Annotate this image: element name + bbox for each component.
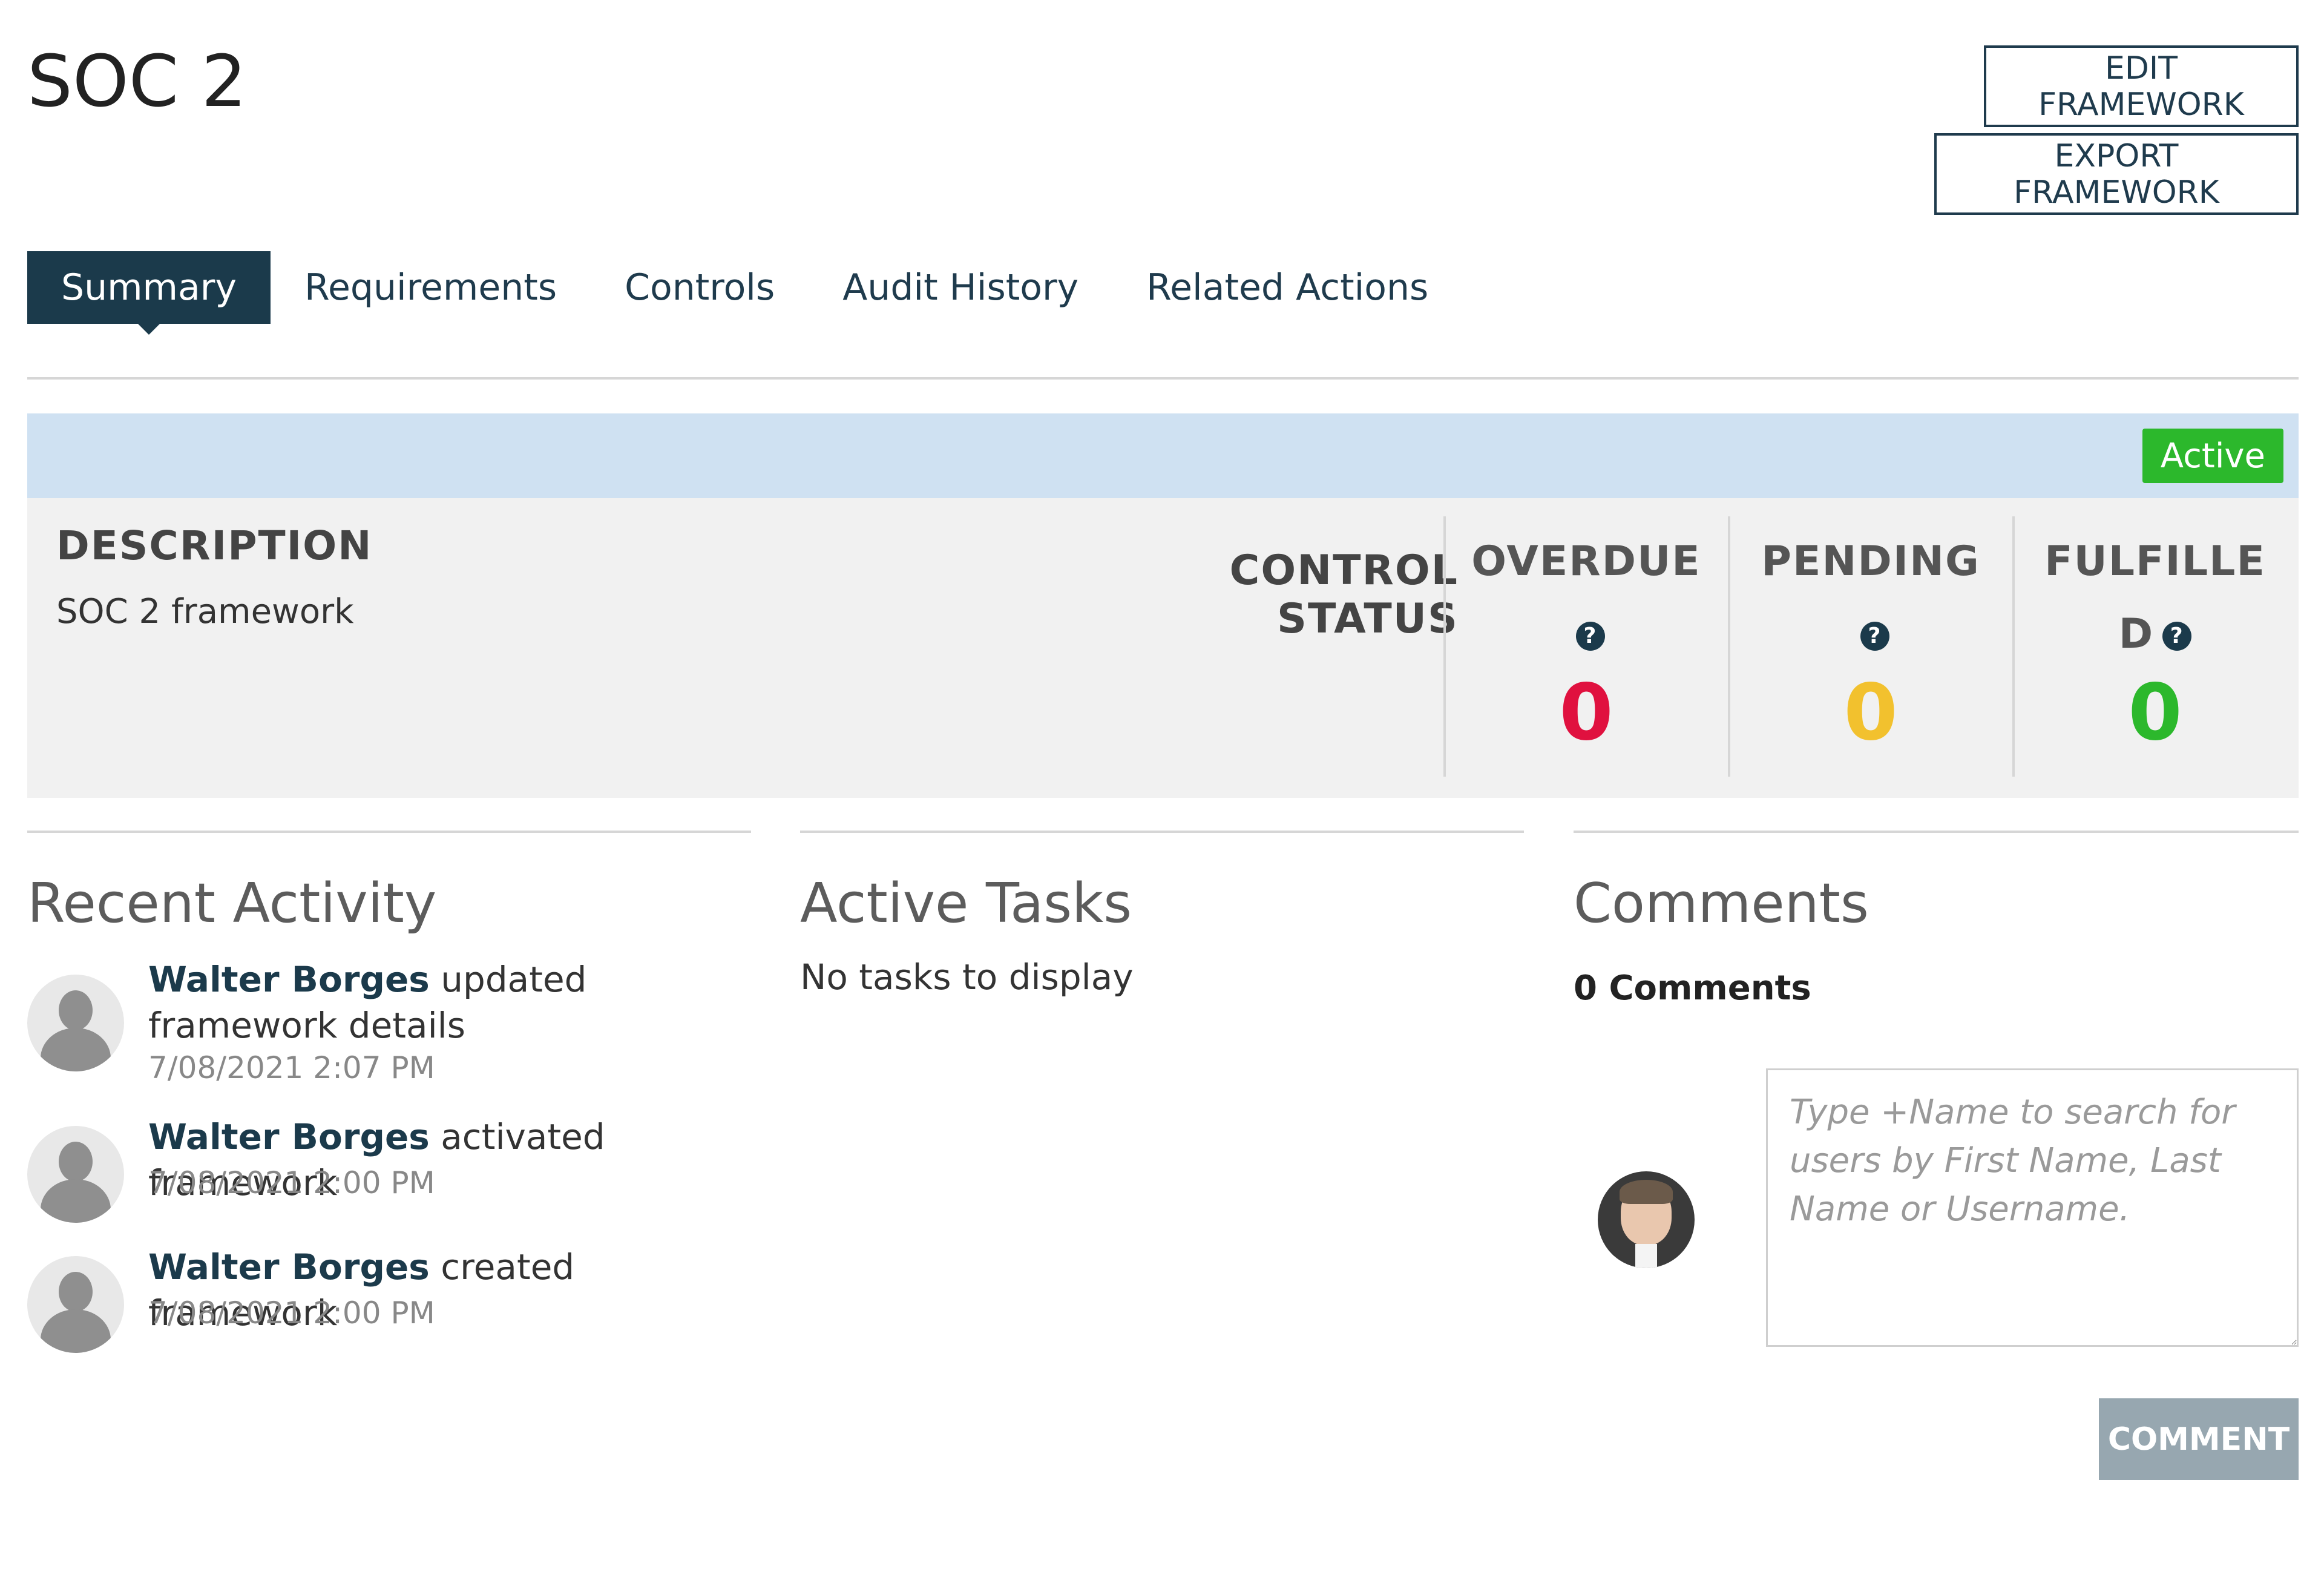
tabs-divider <box>27 377 2299 380</box>
comments-title: Comments <box>1574 872 1869 935</box>
status-bar: Active <box>27 413 2299 498</box>
description-text: SOC 2 framework <box>56 592 354 631</box>
stat-pending: PENDING? 0 <box>1728 516 2011 777</box>
activity-item: Walter Borges updated framework details … <box>27 959 751 1096</box>
stat-fulfilled-label: FULFILLED <box>2044 538 2266 658</box>
activity-time: 7/08/2021 2:07 PM <box>148 1050 435 1085</box>
avatar <box>1598 1171 1695 1268</box>
tab-related-actions[interactable]: Related Actions <box>1112 251 1462 324</box>
stat-pending-label: PENDING <box>1761 538 1980 585</box>
stat-fulfilled-value: 0 <box>2128 668 2182 758</box>
summary-panel: DESCRIPTION SOC 2 framework CONTROL STAT… <box>27 498 2299 798</box>
comment-input[interactable] <box>1766 1068 2299 1347</box>
control-status-label: CONTROL STATUS <box>1229 547 1459 643</box>
stat-overdue-value: 0 <box>1559 668 1613 758</box>
recent-activity-title: Recent Activity <box>27 872 437 935</box>
user-silhouette-icon <box>27 975 124 1071</box>
activity-item: Walter Borges activated framework 7/08/2… <box>27 1116 751 1235</box>
user-silhouette-icon <box>27 1126 124 1223</box>
tab-requirements[interactable]: Requirements <box>271 251 591 324</box>
no-tasks-message: No tasks to display <box>800 956 1134 998</box>
tab-audit-history[interactable]: Audit History <box>809 251 1112 324</box>
question-circle-icon[interactable]: ? <box>1576 622 1605 651</box>
question-circle-icon[interactable]: ? <box>1860 622 1889 651</box>
stat-fulfilled: FULFILLED? 0 <box>2012 516 2296 777</box>
page-title: SOC 2 <box>27 39 247 123</box>
tab-bar: Summary Requirements Controls Audit Hist… <box>27 251 1462 335</box>
comment-count: 0 Comments <box>1574 969 1811 1008</box>
activity-user-link[interactable]: Walter Borges <box>148 1116 430 1157</box>
question-circle-icon[interactable]: ? <box>2162 622 2192 651</box>
export-framework-button[interactable]: EXPORT FRAMEWORK <box>1934 133 2299 215</box>
description-heading: DESCRIPTION <box>56 522 373 569</box>
activity-user-link[interactable]: Walter Borges <box>148 959 430 1000</box>
stat-overdue: OVERDUE? 0 <box>1443 516 1727 777</box>
stat-pending-value: 0 <box>1843 668 1898 758</box>
comment-button[interactable]: COMMENT <box>2099 1398 2299 1480</box>
active-tasks-divider <box>800 831 1524 833</box>
edit-framework-button[interactable]: EDIT FRAMEWORK <box>1984 45 2299 127</box>
status-badge: Active <box>2142 429 2283 483</box>
activity-time: 7/08/2021 2:00 PM <box>148 1165 435 1200</box>
activity-time: 7/08/2021 2:00 PM <box>148 1295 435 1331</box>
recent-activity-divider <box>27 831 751 833</box>
tab-controls[interactable]: Controls <box>591 251 809 324</box>
tab-summary[interactable]: Summary <box>27 251 271 335</box>
active-tasks-title: Active Tasks <box>800 872 1132 935</box>
comments-divider <box>1574 831 2299 833</box>
stat-overdue-label: OVERDUE <box>1471 538 1701 585</box>
activity-user-link[interactable]: Walter Borges <box>148 1246 430 1288</box>
activity-item: Walter Borges created framework 7/08/202… <box>27 1246 751 1365</box>
user-silhouette-icon <box>27 1256 124 1353</box>
